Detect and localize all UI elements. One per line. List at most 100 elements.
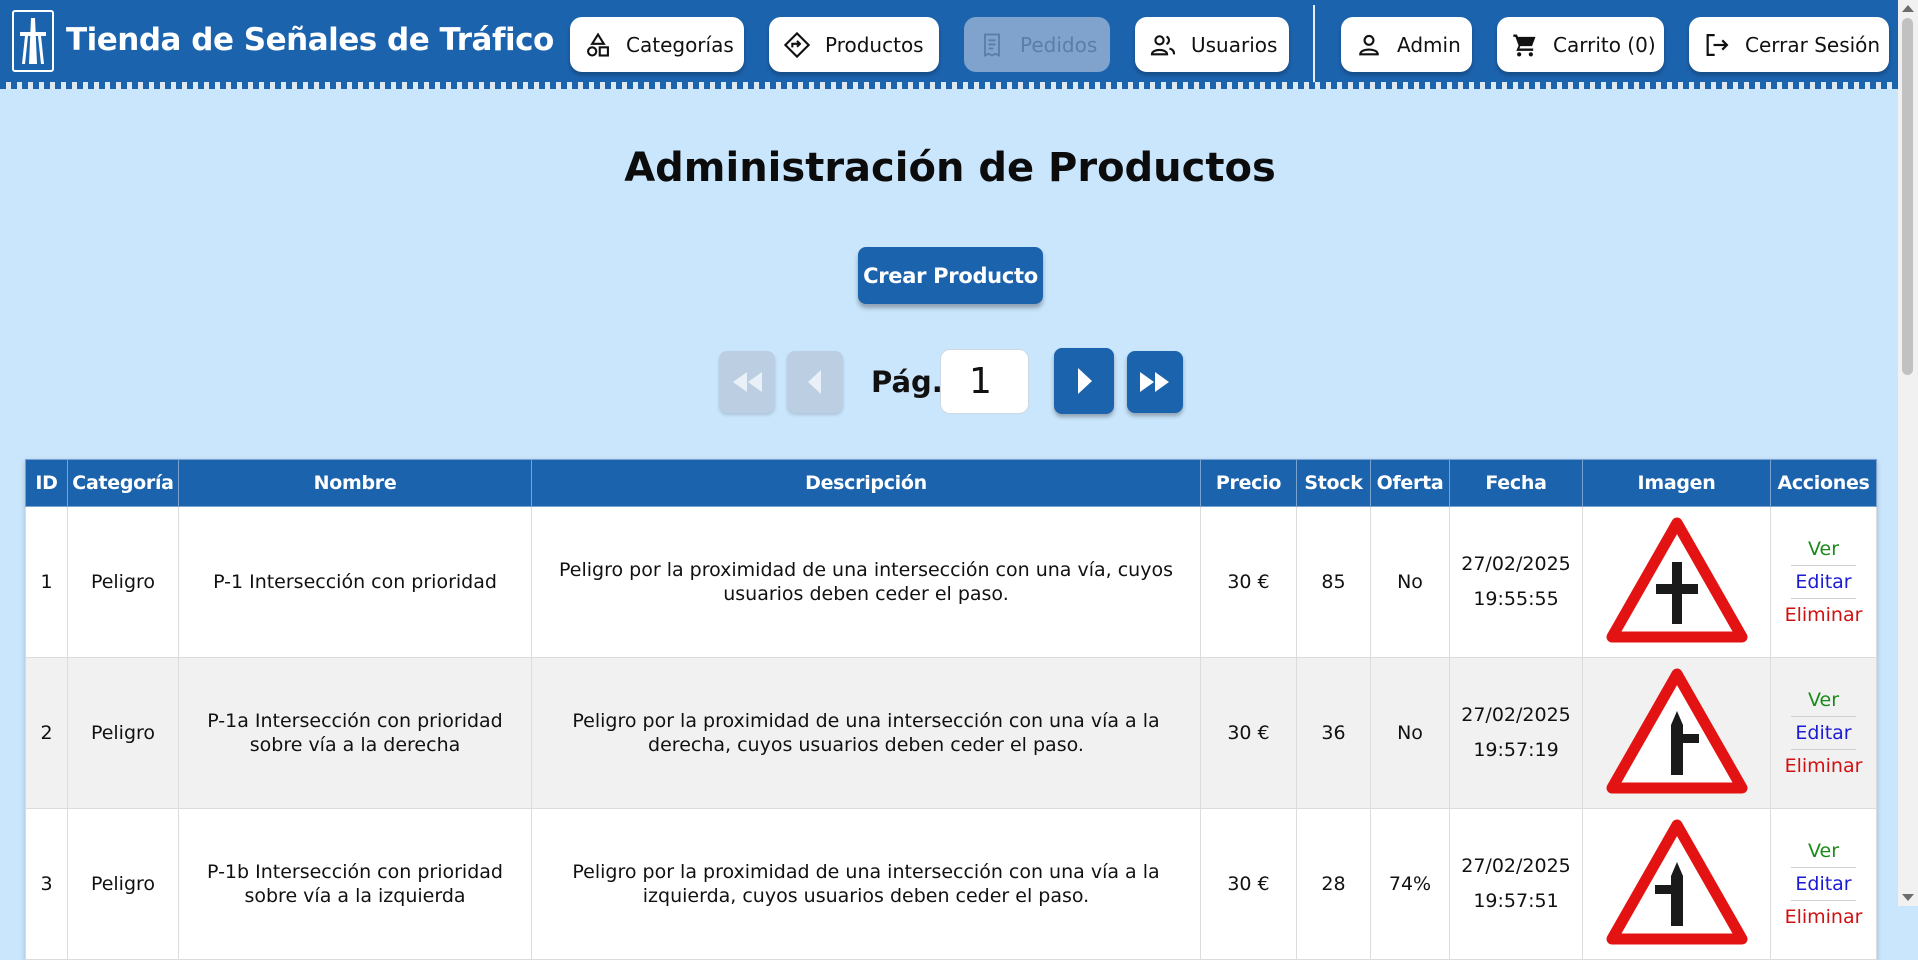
scroll-up-arrow[interactable] [1902,5,1914,12]
cell-stock: 36 [1296,657,1371,809]
col-header-name[interactable]: Nombre [178,459,532,507]
cell-name: P-1b Intersección con prioridad sobre ví… [178,808,532,960]
top-navbar: Tienda de Señales de Tráfico Categorías … [0,0,1898,89]
cell-description: Peligro por la proximidad de una interse… [531,506,1201,658]
col-header-category[interactable]: Categoría [67,459,179,507]
header-dashed-border [0,82,1898,89]
view-link[interactable]: Ver [1791,533,1856,566]
cell-description: Peligro por la proximidad de una interse… [531,657,1201,809]
cart-icon [1513,34,1536,56]
first-page-button[interactable] [719,351,775,413]
page-number-input[interactable]: 1 [940,349,1029,414]
cell-date: 27/02/2025 19:55:55 [1449,506,1583,658]
first-page-icon [733,372,762,392]
prev-page-icon [808,370,821,394]
receipt-icon [984,33,1000,57]
col-header-offer[interactable]: Oferta [1370,459,1450,507]
cell-date: 27/02/2025 19:57:19 [1449,657,1583,809]
edit-link[interactable]: Editar [1791,717,1856,751]
cell-category: Peligro [67,657,179,809]
cell-offer: 74% [1370,808,1450,960]
nav-logout-label: Cerrar Sesión [1745,32,1881,57]
next-page-button[interactable] [1054,348,1114,414]
col-header-actions: Acciones [1770,459,1877,507]
table-row: 1 Peligro P-1 Intersección con prioridad… [25,506,1877,658]
edit-link[interactable]: Editar [1791,868,1856,902]
cell-date-time: 19:57:51 [1473,890,1559,912]
cell-date-day: 27/02/2025 [1461,854,1571,877]
cell-date: 27/02/2025 19:57:51 [1449,808,1583,960]
nav-productos-label: Productos [825,32,924,57]
cell-stock: 28 [1296,808,1371,960]
scroll-down-arrow[interactable] [1902,894,1914,901]
nav-admin-label: Admin [1397,32,1461,57]
delete-link[interactable]: Eliminar [1781,599,1866,631]
delete-link[interactable]: Eliminar [1781,750,1866,782]
cell-stock: 85 [1296,506,1371,658]
site-title[interactable]: Tienda de Señales de Tráfico [66,22,554,58]
nav-divider [1313,5,1315,83]
cell-actions: Ver Editar Eliminar [1770,657,1877,809]
cell-actions: Ver Editar Eliminar [1770,506,1877,658]
table-header-row: ID Categoría Nombre Descripción Precio S… [25,459,1877,507]
cell-date-time: 19:55:55 [1473,588,1559,610]
col-header-description[interactable]: Descripción [531,459,1201,507]
cell-id: 2 [25,657,68,809]
cell-image [1582,808,1771,960]
cell-name: P-1a Intersección con prioridad sobre ví… [178,657,532,809]
page-title: Administración de Productos [624,145,1276,191]
table-row: 3 Peligro P-1b Intersección con priorida… [25,808,1877,960]
cell-image [1582,506,1771,658]
page-label: Pág. [871,365,943,399]
nav-logout-button[interactable]: Cerrar Sesión [1689,17,1889,72]
cell-image [1582,657,1771,809]
nav-cart-button[interactable]: Carrito (0) [1497,17,1664,72]
cell-price: 30 € [1200,808,1297,960]
last-page-button[interactable] [1127,351,1183,413]
col-header-price[interactable]: Precio [1200,459,1297,507]
cell-offer: No [1370,506,1450,658]
traffic-sign-image [1606,517,1747,643]
cell-date-day: 27/02/2025 [1461,703,1571,726]
table-row: 2 Peligro P-1a Intersección con priorida… [25,657,1877,809]
users-icon [1150,34,1176,55]
road-logo-icon[interactable] [12,10,54,72]
nav-admin-button[interactable]: Admin [1341,17,1472,72]
traffic-sign-image [1606,668,1747,794]
last-page-icon [1140,372,1169,392]
nav-categorias-label: Categorías [626,32,734,57]
scroll-thumb[interactable] [1902,18,1913,375]
nav-cart-label: Carrito (0) [1553,32,1656,57]
cell-name: P-1 Intersección con prioridad [178,506,532,658]
nav-pedidos-button[interactable]: Pedidos [964,17,1110,72]
logout-icon [1706,33,1729,56]
col-header-stock[interactable]: Stock [1296,459,1371,507]
cell-id: 1 [25,506,68,658]
nav-categorias-button[interactable]: Categorías [570,17,744,72]
products-table: ID Categoría Nombre Descripción Precio S… [25,459,1877,960]
col-header-image: Imagen [1582,459,1771,507]
cell-id: 3 [25,808,68,960]
cell-price: 30 € [1200,506,1297,658]
nav-usuarios-button[interactable]: Usuarios [1135,17,1289,72]
user-icon [1359,34,1379,55]
create-product-button[interactable]: Crear Producto [858,247,1043,304]
nav-productos-button[interactable]: Productos [769,17,939,72]
shapes-icon [587,32,609,57]
edit-link[interactable]: Editar [1791,566,1856,600]
view-link[interactable]: Ver [1791,684,1856,717]
cell-date-day: 27/02/2025 [1461,552,1571,575]
view-link[interactable]: Ver [1791,835,1856,868]
cell-category: Peligro [67,506,179,658]
col-header-id[interactable]: ID [25,459,68,507]
next-page-icon [1078,368,1092,394]
cell-category: Peligro [67,808,179,960]
cell-price: 30 € [1200,657,1297,809]
nav-usuarios-label: Usuarios [1191,32,1278,57]
cell-date-time: 19:57:19 [1473,739,1559,761]
cell-description: Peligro por la proximidad de una interse… [531,808,1201,960]
cell-offer: No [1370,657,1450,809]
page-scrollbar[interactable] [1898,0,1918,906]
col-header-date[interactable]: Fecha [1449,459,1583,507]
prev-page-button[interactable] [787,351,843,413]
